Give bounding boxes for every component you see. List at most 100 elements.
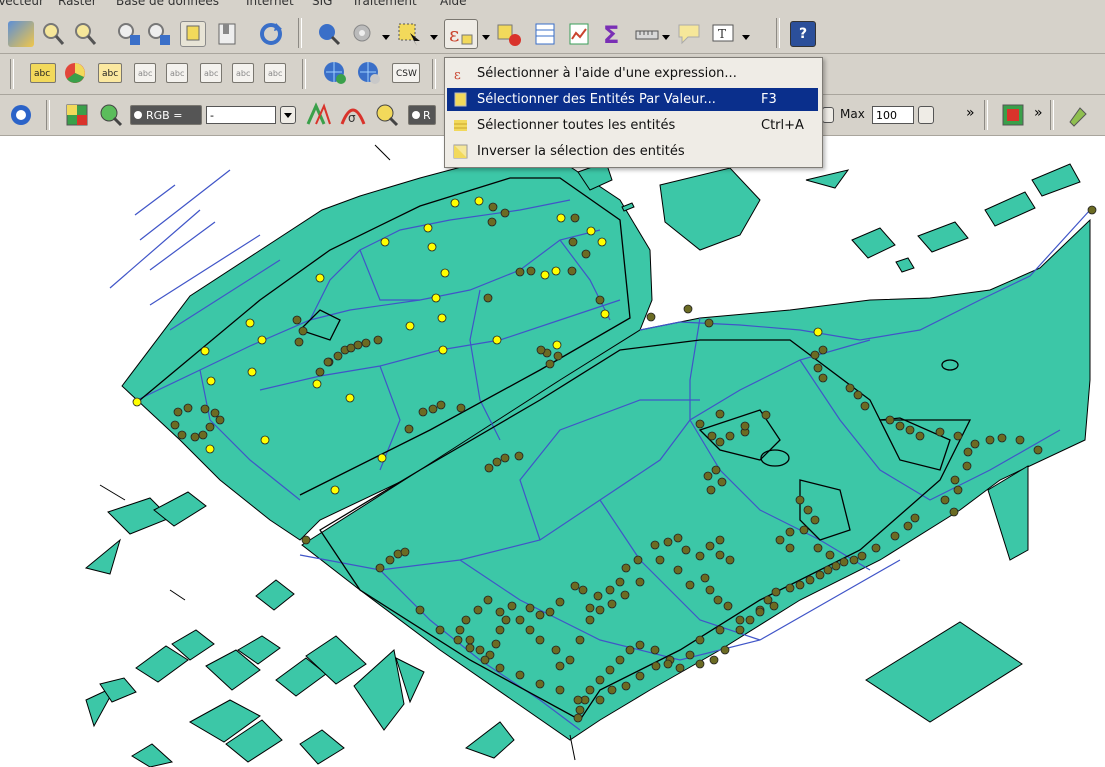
refresh-icon[interactable] [258, 21, 284, 47]
increase-brightness-icon[interactable] [374, 102, 400, 128]
change-label-icon[interactable]: abc [264, 63, 286, 83]
map-point [555, 597, 565, 607]
pan-map-icon[interactable] [8, 21, 34, 47]
max-stepper-left[interactable] [822, 107, 834, 123]
map-point [535, 679, 545, 689]
sigma-stretch-icon[interactable]: σ [340, 102, 366, 128]
pin-label-icon[interactable]: abc [134, 63, 156, 83]
map-point [705, 541, 715, 551]
map-point [769, 601, 779, 611]
raster-layer-icon[interactable] [64, 102, 90, 128]
rgb-dropdown-button[interactable] [280, 106, 296, 124]
building-polygon [895, 257, 915, 273]
menu-vector[interactable]: Vecteur [0, 0, 44, 8]
zoom-last-icon[interactable] [116, 21, 142, 47]
menu-item-select-by-value[interactable]: Sélectionner des Entités Par Valeur... F… [447, 88, 818, 111]
zoom-next-icon[interactable] [146, 21, 172, 47]
map-point [475, 645, 485, 655]
map-point [605, 665, 615, 675]
rgb-label-2: R [423, 109, 431, 122]
map-point [205, 444, 215, 454]
add-wms-layer-icon[interactable] [322, 60, 348, 86]
menu-database[interactable]: Base de données [116, 0, 219, 8]
map-point [345, 393, 355, 403]
rgb-selector[interactable]: RGB = [130, 105, 202, 125]
map-point [535, 635, 545, 645]
map-point [585, 603, 595, 613]
plugin-icon[interactable] [1066, 102, 1092, 128]
attribute-table-icon[interactable] [532, 21, 558, 47]
overflow-chevron-icon[interactable]: » [1034, 105, 1043, 121]
label-tool-icon[interactable]: abc [30, 63, 56, 83]
rotate-label-icon[interactable]: abc [232, 63, 254, 83]
map-point [785, 583, 795, 593]
new-bookmark-icon[interactable] [214, 21, 240, 47]
map-point [487, 217, 497, 227]
csw-button[interactable]: CSW [392, 63, 420, 83]
map-point [1015, 435, 1025, 445]
dropdown-arrow-icon[interactable] [742, 35, 750, 40]
zoom-in-icon[interactable] [40, 21, 66, 47]
map-point [578, 585, 588, 595]
move-label-icon[interactable]: abc [200, 63, 222, 83]
menu-raster[interactable]: Raster [58, 0, 97, 8]
menu-item-invert-selection[interactable]: Inverser la sélection des entités [447, 140, 818, 163]
gear-icon[interactable] [8, 102, 34, 128]
max-label: Max [840, 107, 865, 121]
map-point [707, 431, 717, 441]
measure-line-icon[interactable] [634, 21, 660, 47]
menu-internet[interactable]: Internet [246, 0, 294, 8]
field-calculator-icon[interactable] [566, 21, 592, 47]
map-point [717, 477, 727, 487]
menu-processing[interactable]: Traitement [352, 0, 417, 8]
map-point [595, 605, 605, 615]
menu-sig[interactable]: SIG [312, 0, 332, 8]
map-point [573, 713, 583, 723]
map-point [885, 415, 895, 425]
svg-text:T: T [718, 27, 726, 41]
zoom-selection-icon[interactable] [180, 21, 206, 47]
dropdown-arrow-icon[interactable] [482, 35, 490, 40]
map-point [685, 580, 695, 590]
map-point [723, 601, 733, 611]
style-manager-icon[interactable] [62, 60, 88, 86]
overflow-chevron-icon[interactable]: » [966, 105, 975, 121]
menu-help[interactable]: Aide [440, 0, 467, 8]
select-by-expression-icon[interactable]: ε [444, 19, 478, 49]
show-hide-label-icon[interactable]: abc [166, 63, 188, 83]
menu-item-select-by-expression[interactable]: ε Sélectionner à l'aide d'une expression… [447, 62, 818, 85]
map-point [895, 421, 905, 431]
map-point [565, 655, 575, 665]
menu-item-select-all[interactable]: Sélectionner toutes les entités Ctrl+A [447, 114, 818, 137]
map-point [170, 420, 180, 430]
select-features-icon[interactable] [396, 21, 422, 47]
map-point [704, 318, 714, 328]
identify-features-icon[interactable] [316, 21, 342, 47]
deselect-all-icon[interactable] [496, 21, 522, 47]
map-point [215, 415, 225, 425]
add-wfs-layer-icon[interactable] [356, 60, 382, 86]
dropdown-arrow-icon[interactable] [382, 35, 390, 40]
zoom-out-icon[interactable] [72, 21, 98, 47]
max-value-field[interactable]: 100 [872, 106, 914, 124]
colormap-icon[interactable] [1000, 102, 1026, 128]
dropdown-arrow-icon[interactable] [430, 35, 438, 40]
map-point [761, 410, 771, 420]
help-icon[interactable]: ? [790, 21, 816, 47]
map-point [799, 525, 809, 535]
layer-label-icon[interactable]: abc [98, 63, 122, 83]
statistics-sigma-icon[interactable]: Σ [600, 21, 626, 49]
rgb-selector-2[interactable]: R [408, 105, 436, 125]
map-point [450, 198, 460, 208]
histogram-stretch-icon[interactable] [98, 102, 124, 128]
map-tips-icon[interactable] [676, 21, 702, 47]
map-canvas[interactable] [0, 135, 1105, 767]
action-icon[interactable] [350, 21, 376, 47]
rgb-value-field[interactable]: - [206, 106, 276, 124]
local-cumulative-cut-icon[interactable] [306, 102, 332, 128]
dropdown-arrow-icon[interactable] [662, 35, 670, 40]
max-spin-button[interactable] [918, 106, 934, 124]
map-point [683, 304, 693, 314]
text-annotation-icon[interactable]: T [710, 21, 736, 47]
building-polygon [851, 227, 896, 259]
